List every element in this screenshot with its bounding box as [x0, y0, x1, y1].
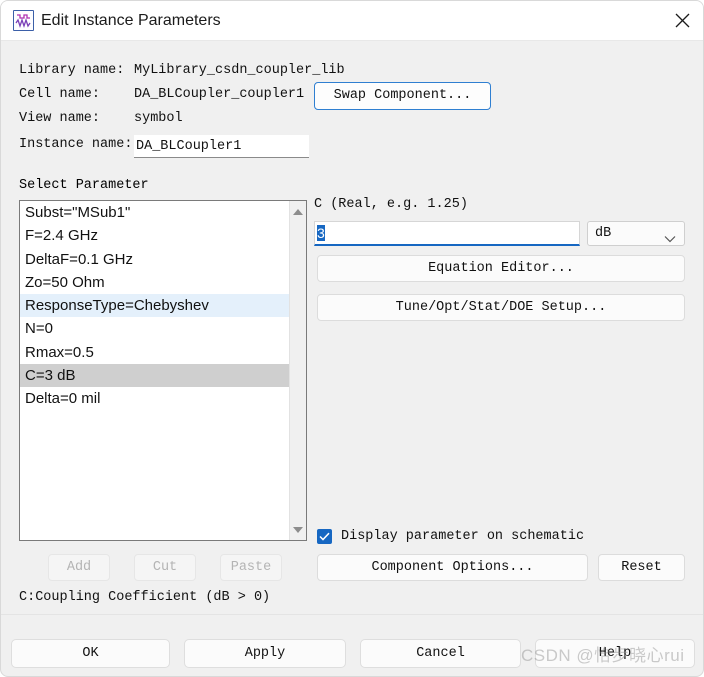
tune-opt-stat-doe-setup-button[interactable]: Tune/Opt/Stat/DOE Setup...	[317, 294, 685, 321]
swap-component-button[interactable]: Swap Component...	[314, 82, 491, 110]
ok-button[interactable]: OK	[11, 639, 170, 668]
list-item[interactable]: ResponseType=Chebyshev	[20, 294, 289, 318]
title-bar: Edit Instance Parameters	[1, 1, 703, 41]
cell-name-label: Cell name:	[19, 87, 101, 102]
chevron-down-icon	[664, 229, 676, 252]
list-item[interactable]: Rmax=0.5	[20, 341, 289, 364]
unit-select-value: dB	[595, 226, 612, 241]
list-item[interactable]: Delta=0 mil	[20, 387, 289, 410]
parameter-description: C:Coupling Coefficient (dB > 0)	[19, 590, 271, 605]
list-item[interactable]: Zo=50 Ohm	[20, 271, 289, 294]
scroll-up-arrow-icon[interactable]	[290, 203, 306, 220]
value-input[interactable]	[314, 221, 580, 246]
close-icon[interactable]	[659, 1, 703, 39]
reset-button[interactable]: Reset	[598, 554, 685, 581]
equation-editor-button[interactable]: Equation Editor...	[317, 255, 685, 282]
component-options-button[interactable]: Component Options...	[317, 554, 588, 581]
apply-button[interactable]: Apply	[184, 639, 346, 668]
instance-name-input[interactable]	[134, 135, 309, 158]
schematic-waveform-icon	[13, 10, 34, 31]
parameter-list: Subst="MSub1" F=2.4 GHz DeltaF=0.1 GHz Z…	[20, 201, 289, 540]
list-item[interactable]: N=0	[20, 317, 289, 340]
paste-button[interactable]: Paste	[220, 554, 282, 581]
add-button[interactable]: Add	[48, 554, 110, 581]
cancel-button[interactable]: Cancel	[360, 639, 521, 668]
instance-name-label: Instance name:	[19, 137, 133, 152]
list-item[interactable]: C=3 dB	[20, 364, 289, 388]
view-name-label: View name:	[19, 111, 101, 126]
check-icon	[319, 532, 330, 541]
display-parameter-checkbox[interactable]	[317, 528, 332, 544]
parameter-list-scrollbar[interactable]	[289, 201, 306, 540]
scroll-down-arrow-icon[interactable]	[290, 521, 306, 538]
list-item[interactable]: Subst="MSub1"	[20, 201, 289, 224]
list-item[interactable]: F=2.4 GHz	[20, 224, 289, 247]
edit-instance-parameters-dialog: Edit Instance Parameters Library name: M…	[0, 0, 704, 677]
list-item[interactable]: DeltaF=0.1 GHz	[20, 248, 289, 271]
select-parameter-label: Select Parameter	[19, 178, 149, 193]
library-name-label: Library name:	[19, 63, 125, 78]
display-parameter-label: Display parameter on schematic	[341, 528, 585, 544]
cell-name-value: DA_BLCoupler_coupler1	[134, 87, 305, 102]
library-name-value: MyLibrary_csdn_coupler_lib	[134, 63, 345, 78]
page-title: Edit Instance Parameters	[41, 12, 221, 29]
value-caption: C (Real, e.g. 1.25)	[314, 197, 468, 212]
unit-select[interactable]: dB	[587, 221, 685, 246]
footer-divider	[1, 614, 703, 615]
parameter-listbox[interactable]: Subst="MSub1" F=2.4 GHz DeltaF=0.1 GHz Z…	[19, 200, 307, 541]
view-name-value: symbol	[134, 111, 183, 126]
help-button[interactable]: Help	[535, 639, 695, 668]
display-parameter-on-schematic-row[interactable]: Display parameter on schematic	[317, 526, 584, 546]
cut-button[interactable]: Cut	[134, 554, 196, 581]
